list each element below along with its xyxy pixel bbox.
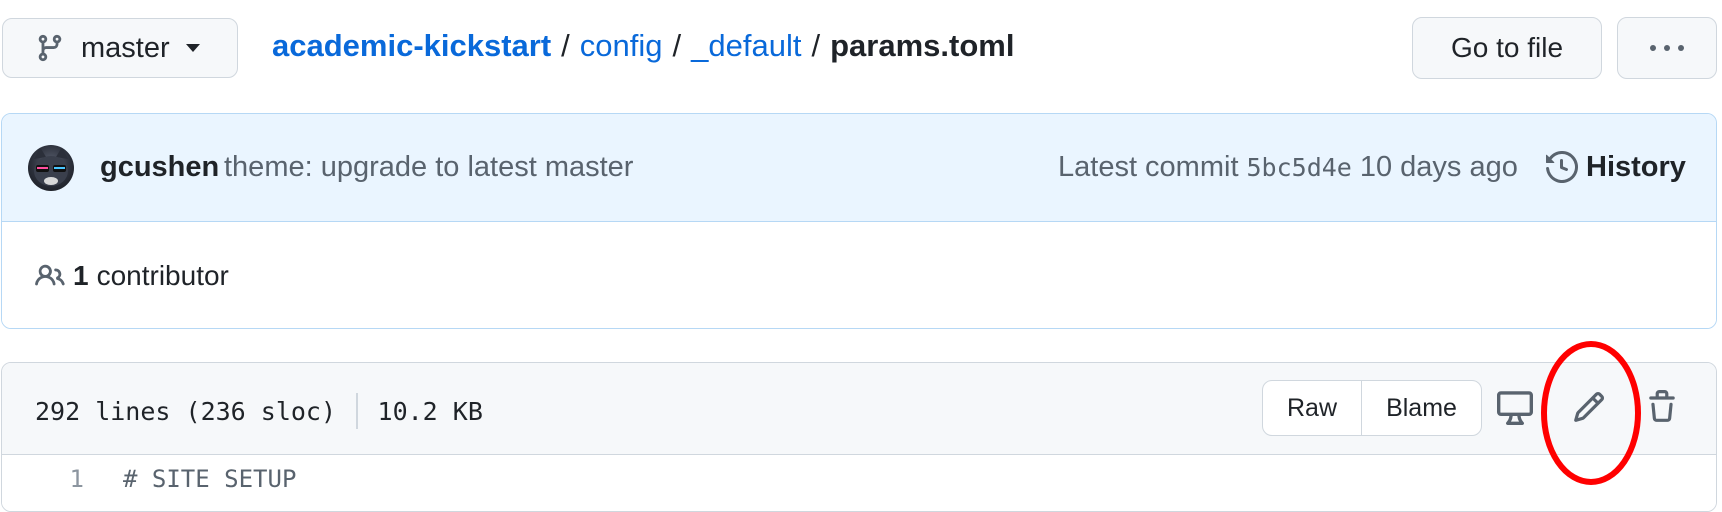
people-icon bbox=[35, 264, 65, 286]
avatar[interactable] bbox=[28, 145, 74, 191]
branch-selector-button[interactable]: master bbox=[2, 18, 238, 78]
avatar-image bbox=[34, 147, 68, 186]
commit-author-link[interactable]: gcushen bbox=[100, 151, 219, 184]
contributor-count: 1 bbox=[73, 260, 89, 291]
blame-button[interactable]: Blame bbox=[1362, 381, 1481, 435]
edit-file-button[interactable] bbox=[1569, 387, 1609, 427]
breadcrumb-separator: / bbox=[561, 28, 570, 63]
history-button[interactable]: History bbox=[1546, 144, 1686, 190]
breadcrumb-current-file: params.toml bbox=[830, 28, 1015, 63]
pencil-icon bbox=[1574, 391, 1605, 422]
trash-icon bbox=[1649, 390, 1675, 422]
code-line: 1 # SITE SETUP bbox=[2, 455, 1716, 511]
history-icon bbox=[1546, 151, 1578, 183]
commit-header: gcushen theme: upgrade to latest master … bbox=[2, 114, 1716, 222]
contributor-label: contributor bbox=[96, 260, 229, 291]
branch-name: master bbox=[81, 31, 170, 64]
breadcrumb-separator: / bbox=[811, 28, 821, 63]
file-info: 292 lines (236 sloc) 10.2 KB bbox=[35, 393, 483, 429]
line-number[interactable]: 1 bbox=[2, 465, 84, 493]
latest-commit-info: Latest commit 5bc5d4e 10 days ago bbox=[1058, 151, 1518, 184]
raw-button[interactable]: Raw bbox=[1263, 381, 1362, 435]
breadcrumb-default-link[interactable]: _default bbox=[691, 28, 801, 64]
history-label: History bbox=[1586, 150, 1686, 183]
divider bbox=[356, 393, 358, 429]
contributors-link[interactable]: 1 contributor bbox=[35, 260, 229, 292]
commit-sha-link[interactable]: 5bc5d4e bbox=[1247, 153, 1352, 182]
raw-blame-button-group: Raw Blame bbox=[1262, 380, 1482, 436]
triangle-down-icon bbox=[185, 44, 200, 52]
breadcrumb-separator: / bbox=[672, 28, 682, 63]
breadcrumb-repo-link[interactable]: academic-kickstart bbox=[272, 28, 551, 64]
delete-file-button[interactable] bbox=[1642, 387, 1682, 427]
open-desktop-button[interactable] bbox=[1495, 387, 1535, 427]
git-branch-icon bbox=[38, 34, 62, 62]
latest-commit-label: Latest commit bbox=[1058, 151, 1239, 183]
breadcrumb: academic-kickstart / config / _default /… bbox=[272, 28, 1014, 64]
line-content: # SITE SETUP bbox=[123, 465, 297, 493]
go-to-file-button[interactable]: Go to file bbox=[1412, 17, 1602, 79]
kebab-horizontal-icon bbox=[1650, 45, 1684, 51]
contributors-row: 1 contributor bbox=[2, 222, 1716, 328]
file-viewer: 292 lines (236 sloc) 10.2 KB Raw Blame 1… bbox=[1, 362, 1717, 512]
commit-time: 10 days ago bbox=[1359, 151, 1518, 183]
more-options-button[interactable] bbox=[1617, 17, 1717, 79]
commit-message-link[interactable]: theme: upgrade to latest master bbox=[224, 151, 633, 184]
file-size: 10.2 KB bbox=[377, 396, 483, 426]
file-header: 292 lines (236 sloc) 10.2 KB Raw Blame bbox=[2, 363, 1716, 455]
latest-commit-box: gcushen theme: upgrade to latest master … bbox=[1, 113, 1717, 329]
breadcrumb-config-link[interactable]: config bbox=[580, 28, 663, 64]
file-lines-info: 292 lines (236 sloc) bbox=[35, 396, 337, 426]
desktop-icon bbox=[1497, 391, 1533, 425]
